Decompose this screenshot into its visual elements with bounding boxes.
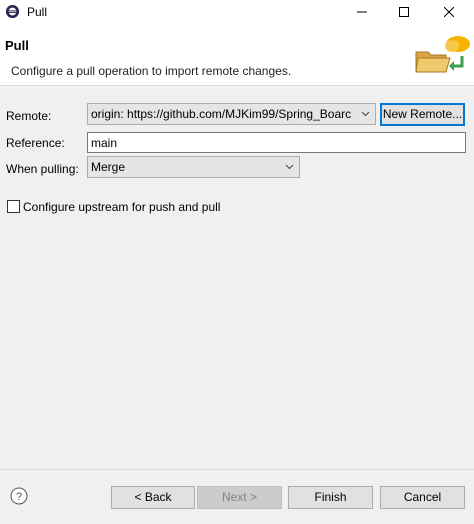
next-button[interactable]: Next > bbox=[197, 486, 282, 509]
configure-upstream-label[interactable]: Configure upstream for push and pull bbox=[23, 200, 220, 214]
chevron-down-icon bbox=[285, 164, 294, 170]
folder-pull-icon bbox=[415, 36, 470, 73]
remote-select-value: origin: https://github.com/MJKim99/Sprin… bbox=[91, 107, 352, 121]
when-pulling-select-value: Merge bbox=[91, 160, 126, 174]
close-icon bbox=[443, 7, 454, 17]
page-description: Configure a pull operation to import rem… bbox=[11, 64, 292, 78]
cancel-button[interactable]: Cancel bbox=[380, 486, 465, 509]
configure-upstream-checkbox[interactable] bbox=[7, 200, 20, 213]
back-button[interactable]: < Back bbox=[111, 486, 195, 509]
chevron-down-icon bbox=[361, 111, 370, 117]
eclipse-icon bbox=[5, 4, 20, 19]
new-remote-button[interactable]: New Remote... bbox=[380, 103, 465, 126]
footer-divider bbox=[0, 469, 474, 470]
help-icon[interactable]: ? bbox=[10, 487, 28, 505]
remote-label: Remote: bbox=[6, 109, 52, 123]
window-title: Pull bbox=[27, 5, 48, 19]
reference-label: Reference: bbox=[6, 136, 65, 150]
svg-text:?: ? bbox=[16, 491, 22, 503]
page-title: Pull bbox=[5, 38, 29, 53]
maximize-button[interactable] bbox=[381, 0, 426, 24]
finish-button[interactable]: Finish bbox=[288, 486, 373, 509]
when-pulling-label: When pulling: bbox=[6, 162, 79, 176]
minimize-icon bbox=[356, 11, 367, 13]
close-button[interactable] bbox=[426, 0, 471, 24]
when-pulling-select[interactable]: Merge bbox=[87, 156, 300, 178]
maximize-icon bbox=[398, 7, 409, 17]
wizard-header: Pull Configure a pull operation to impor… bbox=[0, 24, 474, 86]
remote-select[interactable]: origin: https://github.com/MJKim99/Sprin… bbox=[87, 103, 376, 125]
minimize-button[interactable] bbox=[339, 0, 384, 24]
reference-input[interactable] bbox=[87, 132, 466, 153]
title-bar: Pull bbox=[0, 0, 474, 24]
